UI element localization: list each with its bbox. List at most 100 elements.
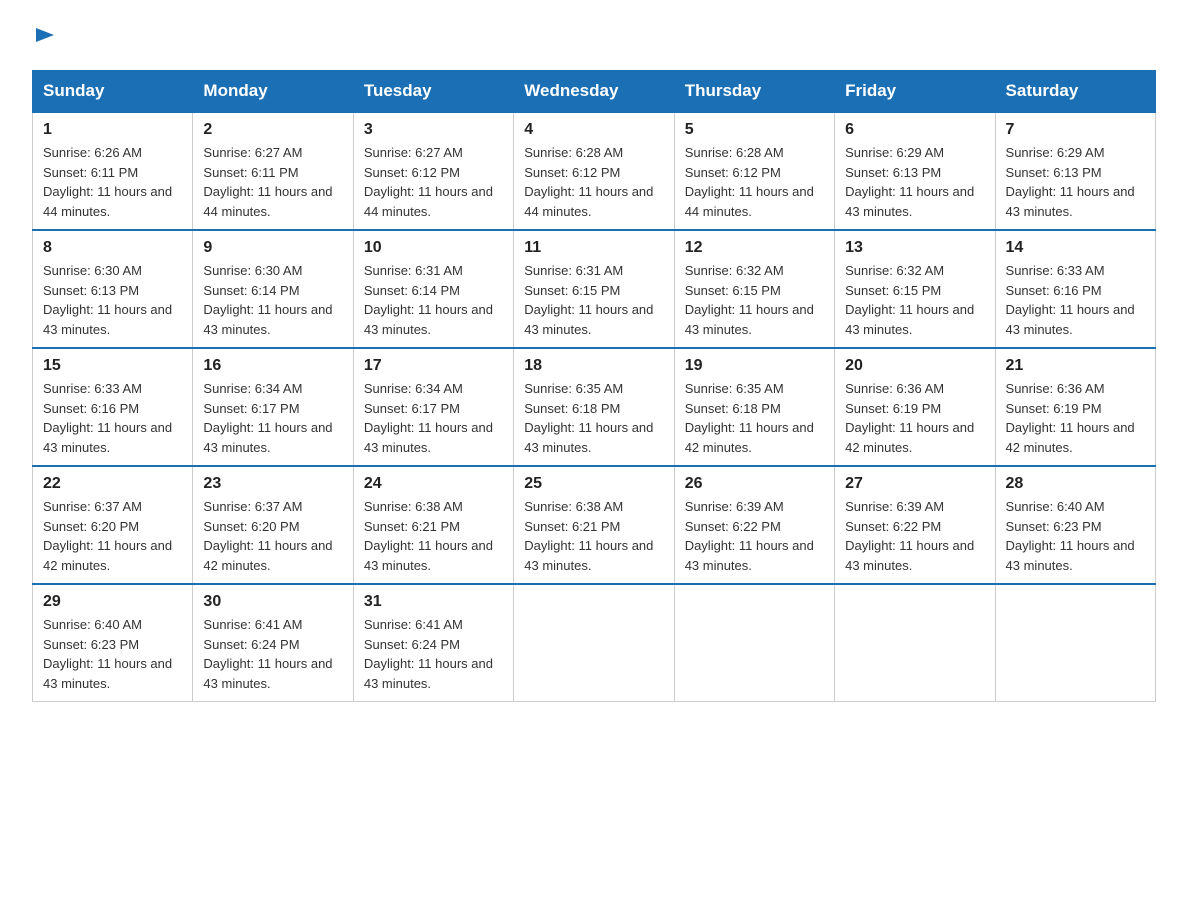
calendar-day-cell: 27 Sunrise: 6:39 AMSunset: 6:22 PMDayligh… (835, 466, 995, 584)
day-number: 27 (845, 475, 984, 493)
day-of-week-header: Saturday (995, 71, 1155, 113)
day-number: 13 (845, 239, 984, 257)
day-info: Sunrise: 6:27 AMSunset: 6:12 PMDaylight:… (364, 143, 503, 221)
calendar-day-cell: 2Sunrise: 6:27 AMSunset: 6:11 PMDaylight… (193, 112, 353, 230)
day-info: Sunrise: 6:35 AMSunset: 6:18 PMDaylight:… (524, 379, 663, 457)
calendar-day-cell: 1 Sunrise: 6:26 AMSunset: 6:11 PMDaylight… (33, 112, 193, 230)
calendar-day-cell: 26Sunrise: 6:39 AMSunset: 6:22 PMDayligh… (674, 466, 834, 584)
calendar-day-cell: 19 Sunrise: 6:35 AMSunset: 6:18 PMDayligh… (674, 348, 834, 466)
day-info: Sunrise: 6:37 AMSunset: 6:20 PMDaylight:… (203, 497, 342, 575)
day-number: 25 (524, 475, 663, 493)
day-info: Sunrise: 6:41 AMSunset: 6:24 PMDaylight:… (203, 615, 342, 693)
logo (32, 24, 56, 46)
day-info: Sunrise: 6:30 AMSunset: 6:13 PMDaylight:… (43, 261, 182, 339)
day-info: Sunrise: 6:31 AMSunset: 6:15 PMDaylight:… (524, 261, 663, 339)
day-number: 18 (524, 357, 663, 375)
calendar-table: SundayMondayTuesdayWednesdayThursdayFrid… (32, 70, 1156, 702)
day-number: 4 (524, 121, 663, 139)
day-info: Sunrise: 6:33 AMSunset: 6:16 PMDaylight:… (1006, 261, 1145, 339)
calendar-day-cell: 7 Sunrise: 6:29 AMSunset: 6:13 PMDaylight… (995, 112, 1155, 230)
day-info: Sunrise: 6:37 AMSunset: 6:20 PMDaylight:… (43, 497, 182, 575)
day-number: 22 (43, 475, 182, 493)
day-number: 28 (1006, 475, 1145, 493)
day-info: Sunrise: 6:34 AMSunset: 6:17 PMDaylight:… (203, 379, 342, 457)
day-info: Sunrise: 6:30 AMSunset: 6:14 PMDaylight:… (203, 261, 342, 339)
day-info: Sunrise: 6:27 AMSunset: 6:11 PMDaylight:… (203, 143, 342, 221)
calendar-day-cell: 17 Sunrise: 6:34 AMSunset: 6:17 PMDayligh… (353, 348, 513, 466)
day-of-week-header: Thursday (674, 71, 834, 113)
day-info: Sunrise: 6:29 AMSunset: 6:13 PMDaylight:… (1006, 143, 1145, 221)
day-number: 20 (845, 357, 984, 375)
day-number: 23 (203, 475, 342, 493)
day-number: 21 (1006, 357, 1145, 375)
day-number: 5 (685, 121, 824, 139)
day-number: 17 (364, 357, 503, 375)
calendar-day-cell: 28 Sunrise: 6:40 AMSunset: 6:23 PMDayligh… (995, 466, 1155, 584)
day-info: Sunrise: 6:31 AMSunset: 6:14 PMDaylight:… (364, 261, 503, 339)
day-number: 30 (203, 593, 342, 611)
calendar-header: SundayMondayTuesdayWednesdayThursdayFrid… (33, 71, 1156, 113)
calendar-day-cell: 22 Sunrise: 6:37 AMSunset: 6:20 PMDayligh… (33, 466, 193, 584)
calendar-day-cell: 16Sunrise: 6:34 AMSunset: 6:17 PMDayligh… (193, 348, 353, 466)
calendar-day-cell: 21 Sunrise: 6:36 AMSunset: 6:19 PMDayligh… (995, 348, 1155, 466)
day-info: Sunrise: 6:32 AMSunset: 6:15 PMDaylight:… (685, 261, 824, 339)
day-info: Sunrise: 6:26 AMSunset: 6:11 PMDaylight:… (43, 143, 182, 221)
day-number: 11 (524, 239, 663, 257)
calendar-week-row: 8 Sunrise: 6:30 AMSunset: 6:13 PMDaylight… (33, 230, 1156, 348)
calendar-week-row: 1 Sunrise: 6:26 AMSunset: 6:11 PMDaylight… (33, 112, 1156, 230)
header-row: SundayMondayTuesdayWednesdayThursdayFrid… (33, 71, 1156, 113)
calendar-day-cell: 3 Sunrise: 6:27 AMSunset: 6:12 PMDaylight… (353, 112, 513, 230)
calendar-day-cell: 6 Sunrise: 6:29 AMSunset: 6:13 PMDaylight… (835, 112, 995, 230)
day-info: Sunrise: 6:38 AMSunset: 6:21 PMDaylight:… (524, 497, 663, 575)
day-info: Sunrise: 6:39 AMSunset: 6:22 PMDaylight:… (845, 497, 984, 575)
day-info: Sunrise: 6:29 AMSunset: 6:13 PMDaylight:… (845, 143, 984, 221)
day-number: 15 (43, 357, 182, 375)
calendar-day-cell: 10 Sunrise: 6:31 AMSunset: 6:14 PMDayligh… (353, 230, 513, 348)
calendar-week-row: 15 Sunrise: 6:33 AMSunset: 6:16 PMDayligh… (33, 348, 1156, 466)
day-info: Sunrise: 6:41 AMSunset: 6:24 PMDaylight:… (364, 615, 503, 693)
day-info: Sunrise: 6:35 AMSunset: 6:18 PMDaylight:… (685, 379, 824, 457)
day-info: Sunrise: 6:28 AMSunset: 6:12 PMDaylight:… (685, 143, 824, 221)
calendar-day-cell: 5 Sunrise: 6:28 AMSunset: 6:12 PMDaylight… (674, 112, 834, 230)
day-of-week-header: Tuesday (353, 71, 513, 113)
day-info: Sunrise: 6:28 AMSunset: 6:12 PMDaylight:… (524, 143, 663, 221)
day-number: 19 (685, 357, 824, 375)
calendar-day-cell: 15 Sunrise: 6:33 AMSunset: 6:16 PMDayligh… (33, 348, 193, 466)
calendar-week-row: 22 Sunrise: 6:37 AMSunset: 6:20 PMDayligh… (33, 466, 1156, 584)
day-number: 24 (364, 475, 503, 493)
day-number: 6 (845, 121, 984, 139)
day-info: Sunrise: 6:38 AMSunset: 6:21 PMDaylight:… (364, 497, 503, 575)
calendar-day-cell (674, 584, 834, 702)
calendar-body: 1 Sunrise: 6:26 AMSunset: 6:11 PMDaylight… (33, 112, 1156, 702)
day-info: Sunrise: 6:40 AMSunset: 6:23 PMDaylight:… (1006, 497, 1145, 575)
day-number: 1 (43, 121, 182, 139)
day-info: Sunrise: 6:33 AMSunset: 6:16 PMDaylight:… (43, 379, 182, 457)
day-info: Sunrise: 6:40 AMSunset: 6:23 PMDaylight:… (43, 615, 182, 693)
day-number: 7 (1006, 121, 1145, 139)
day-of-week-header: Sunday (33, 71, 193, 113)
day-info: Sunrise: 6:36 AMSunset: 6:19 PMDaylight:… (845, 379, 984, 457)
day-number: 14 (1006, 239, 1145, 257)
calendar-day-cell: 9 Sunrise: 6:30 AMSunset: 6:14 PMDaylight… (193, 230, 353, 348)
calendar-day-cell: 4 Sunrise: 6:28 AMSunset: 6:12 PMDaylight… (514, 112, 674, 230)
day-of-week-header: Monday (193, 71, 353, 113)
calendar-day-cell: 18 Sunrise: 6:35 AMSunset: 6:18 PMDayligh… (514, 348, 674, 466)
calendar-day-cell: 11 Sunrise: 6:31 AMSunset: 6:15 PMDayligh… (514, 230, 674, 348)
calendar-day-cell: 25 Sunrise: 6:38 AMSunset: 6:21 PMDayligh… (514, 466, 674, 584)
calendar-day-cell: 29 Sunrise: 6:40 AMSunset: 6:23 PMDayligh… (33, 584, 193, 702)
calendar-day-cell (835, 584, 995, 702)
day-info: Sunrise: 6:34 AMSunset: 6:17 PMDaylight:… (364, 379, 503, 457)
calendar-day-cell (514, 584, 674, 702)
day-info: Sunrise: 6:36 AMSunset: 6:19 PMDaylight:… (1006, 379, 1145, 457)
day-number: 10 (364, 239, 503, 257)
logo-triangle-icon (34, 24, 56, 46)
calendar-day-cell: 23 Sunrise: 6:37 AMSunset: 6:20 PMDayligh… (193, 466, 353, 584)
day-number: 3 (364, 121, 503, 139)
day-number: 9 (203, 239, 342, 257)
calendar-day-cell: 24 Sunrise: 6:38 AMSunset: 6:21 PMDayligh… (353, 466, 513, 584)
calendar-day-cell: 8 Sunrise: 6:30 AMSunset: 6:13 PMDaylight… (33, 230, 193, 348)
day-number: 29 (43, 593, 182, 611)
day-of-week-header: Friday (835, 71, 995, 113)
day-number: 8 (43, 239, 182, 257)
day-number: 26 (685, 475, 824, 493)
